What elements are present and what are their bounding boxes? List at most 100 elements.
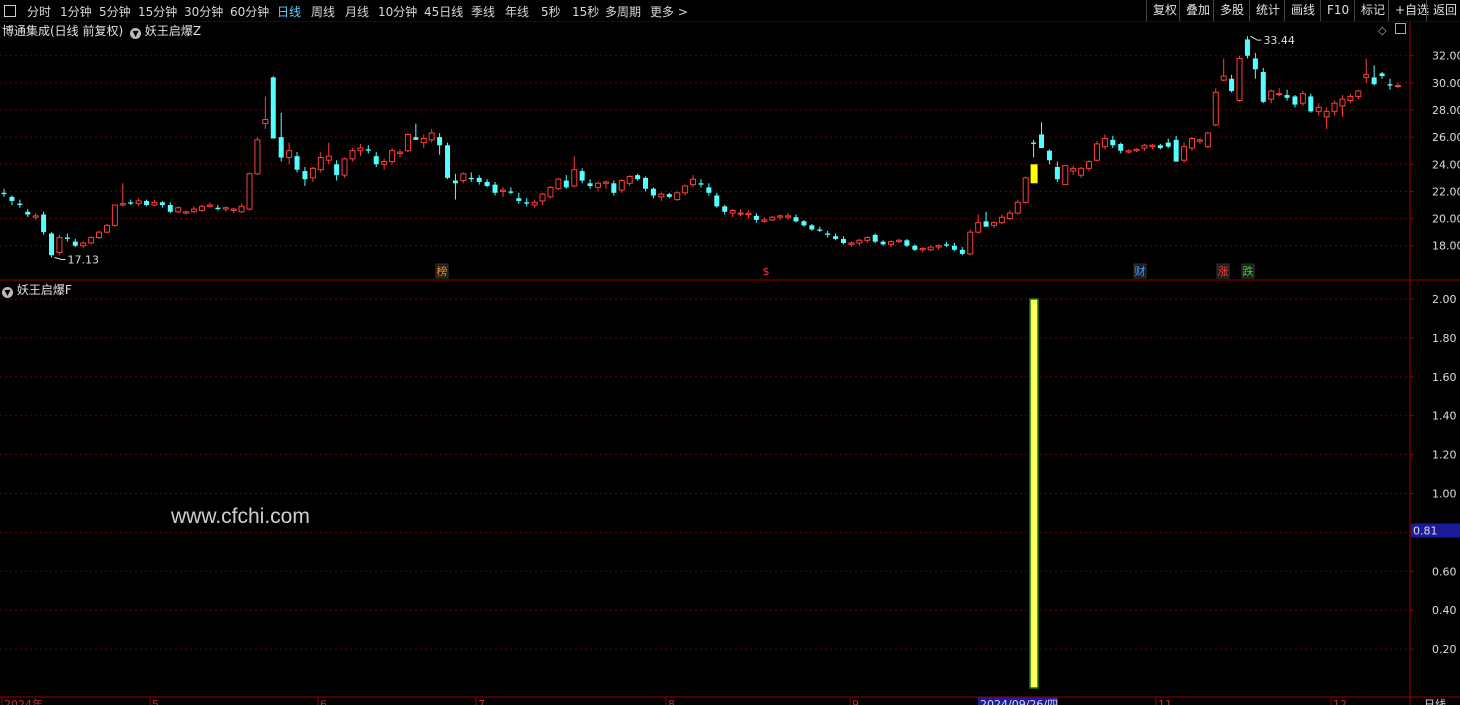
candle-body [1086, 161, 1093, 169]
main-indicator-name[interactable]: 妖王启爆Z [145, 24, 201, 38]
candle-body [785, 215, 792, 218]
candle-body [761, 219, 768, 222]
candle-body [492, 184, 498, 193]
candlestick-series [1, 36, 1401, 258]
toolbar-button-8[interactable]: 返回 [1426, 0, 1460, 21]
candle-body [1022, 177, 1029, 203]
period-tab-6[interactable]: 日线 [277, 3, 301, 20]
candle-body [452, 180, 458, 184]
toolbar-button-4[interactable]: 画线 [1284, 0, 1321, 21]
candle-body [357, 147, 364, 152]
candle-body [983, 221, 989, 227]
candle-body [1, 192, 7, 195]
candle-body [1189, 138, 1195, 149]
toolbar-button-6[interactable]: 标记 [1354, 0, 1391, 21]
y-tick-label: 32.00 [1432, 50, 1460, 63]
candle-body [508, 191, 514, 193]
candle-body [341, 158, 348, 176]
period-tab-9[interactable]: 10分钟 [378, 3, 417, 20]
candle-body [1118, 143, 1124, 151]
y-tick-label: 26.00 [1432, 131, 1460, 144]
diamond-icon[interactable]: ◇ [1378, 24, 1386, 37]
candle-body [998, 216, 1005, 224]
candle-body [17, 203, 23, 205]
candle-body [41, 214, 47, 233]
candle-body [1181, 146, 1188, 161]
toolbar-button-1[interactable]: 叠加 [1179, 0, 1216, 21]
candle-body [1149, 144, 1156, 148]
candle-body [389, 150, 396, 163]
candle-body [128, 202, 134, 204]
lower-indicator-name[interactable]: 妖王启爆F [17, 283, 72, 297]
y-tick-label: 1.20 [1432, 449, 1457, 462]
candle-body [698, 183, 704, 185]
y-tick-label: 22.00 [1432, 185, 1460, 198]
candle-body [602, 181, 609, 184]
y-tick-label: 30.00 [1432, 77, 1460, 90]
period-tab-11[interactable]: 季线 [471, 3, 495, 20]
candle-body [1379, 73, 1385, 77]
toolbar-button-3[interactable]: 统计 [1249, 0, 1286, 21]
period-tab-8[interactable]: 月线 [345, 3, 369, 20]
toolbar-button-5[interactable]: F10 [1320, 0, 1355, 21]
candle-body [1031, 142, 1037, 144]
candle-body [753, 215, 759, 220]
period-tab-14[interactable]: 15秒 [572, 3, 599, 20]
chart-canvas[interactable]: 32.00 30.00 28.00 26.00 24.00 22.00 20.00 18.00… [0, 0, 1460, 705]
event-marker: $ [763, 265, 770, 278]
indicator-toggle-icon[interactable]: ▼ [130, 28, 142, 39]
toolbar-button-0[interactable]: 复权 [1146, 0, 1183, 21]
candle-body [1110, 139, 1116, 146]
square-icon[interactable] [4, 5, 16, 17]
candle-body [278, 137, 284, 158]
indicator-toggle-icon[interactable]: ▼ [2, 287, 13, 298]
candle-body [9, 196, 15, 201]
x-tick-label: 5 [152, 698, 159, 705]
period-tab-10[interactable]: 45日线 [424, 3, 463, 20]
period-tab-1[interactable]: 1分钟 [60, 3, 92, 20]
candle-body [1101, 138, 1108, 148]
signal-candle [1030, 164, 1038, 184]
candle-body [587, 183, 593, 186]
candle-body [80, 242, 87, 247]
candle-body [413, 137, 419, 140]
candle-body [912, 245, 918, 250]
candle-body [309, 167, 316, 179]
period-tab-16[interactable]: 更多 > [650, 3, 688, 20]
candle-body [531, 201, 538, 206]
candle-body [1078, 167, 1085, 176]
candle-body [199, 205, 205, 211]
candle-body [262, 119, 269, 125]
x-tick-label: 6 [320, 698, 327, 705]
x-tick-label: 7 [478, 698, 485, 705]
candle-body [579, 171, 585, 181]
period-tab-3[interactable]: 15分钟 [138, 3, 177, 20]
candle-body [103, 224, 110, 233]
period-tab-0[interactable]: 分时 [27, 3, 51, 20]
candle-body [230, 208, 237, 211]
candle-body [745, 212, 752, 215]
candle-body [1212, 91, 1219, 126]
candle-body [611, 183, 617, 193]
stock-title: 博通集成(日线 前复权) [2, 24, 124, 38]
candle-body [111, 204, 118, 226]
event-marker: 榜 [437, 264, 448, 278]
candle-body [349, 150, 356, 160]
period-tab-12[interactable]: 年线 [505, 3, 529, 20]
candle-body [144, 200, 150, 205]
candle-body [904, 240, 910, 246]
maximize-icon[interactable] [1394, 23, 1406, 34]
candle-body [1141, 144, 1148, 149]
period-tab-13[interactable]: 5秒 [541, 3, 561, 20]
candle-body [635, 175, 641, 180]
period-tab-7[interactable]: 周线 [311, 3, 335, 20]
candle-body [88, 237, 95, 244]
y-tick-label: 20.00 [1432, 213, 1460, 226]
period-tab-15[interactable]: 多周期 [605, 3, 641, 20]
candle-body [943, 244, 949, 246]
period-tab-2[interactable]: 5分钟 [99, 3, 131, 20]
period-tab-4[interactable]: 30分钟 [184, 3, 223, 20]
period-tab-5[interactable]: 60分钟 [230, 3, 269, 20]
toolbar-button-2[interactable]: 多股 [1213, 0, 1250, 21]
candle-body [817, 229, 823, 231]
